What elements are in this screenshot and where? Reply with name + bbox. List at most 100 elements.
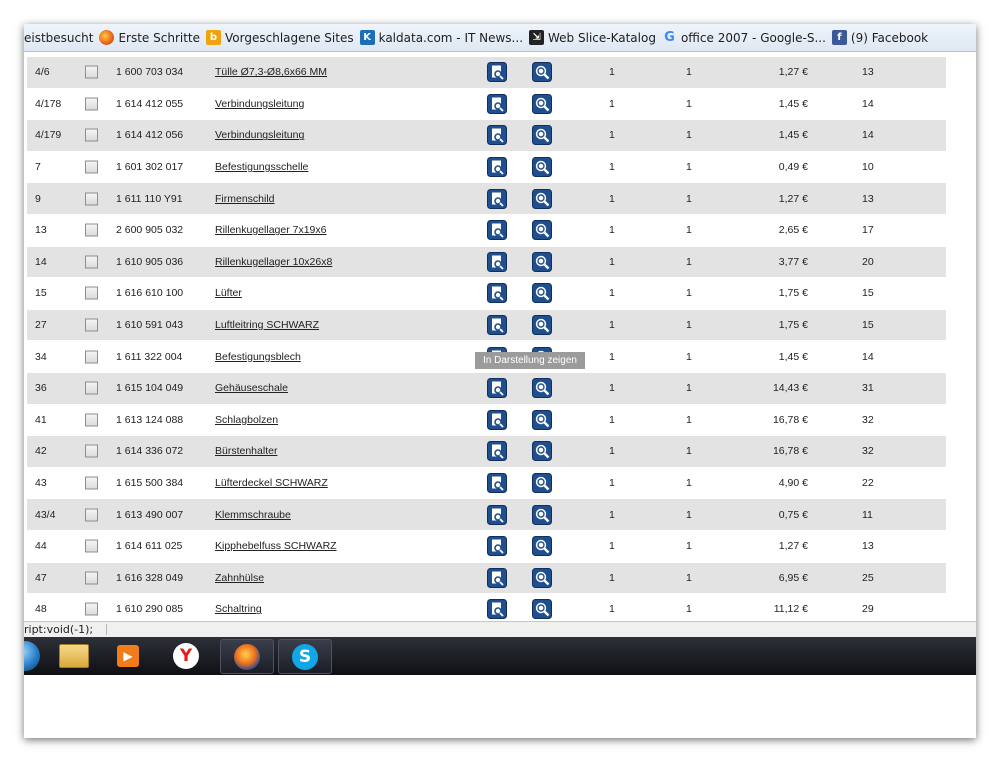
favorite-kaldata[interactable]: K kaldata.com - IT News... (359, 30, 523, 45)
part-name-link[interactable]: Verbindungsleitung (215, 129, 304, 141)
show-in-drawing-icon[interactable] (532, 251, 552, 272)
part-number-cell: 1 616 610 100 (116, 287, 184, 300)
part-name-link[interactable]: Rillenkugellager 7x19x6 (215, 224, 327, 236)
favorite-vorgeschlagene-sites[interactable]: b Vorgeschlagene Sites (206, 30, 354, 45)
view-drawing-icon[interactable] (487, 251, 507, 272)
view-drawing-icon[interactable] (487, 93, 507, 114)
view-drawing-icon[interactable] (487, 378, 507, 399)
row-checkbox[interactable] (85, 128, 98, 142)
taskbar-explorer[interactable] (52, 639, 96, 672)
part-name-link[interactable]: Bürstenhalter (215, 445, 277, 457)
start-button[interactable] (24, 639, 40, 672)
show-in-drawing-icon[interactable] (532, 220, 552, 241)
show-in-drawing-icon[interactable] (532, 409, 552, 430)
quantity-cell: 1 (686, 287, 692, 300)
show-in-drawing-icon[interactable] (532, 125, 552, 146)
view-drawing-icon[interactable] (487, 409, 507, 430)
position-cell: 48 (35, 603, 47, 616)
part-name-link[interactable]: Befestigungsblech (215, 351, 301, 363)
show-in-drawing-icon[interactable] (532, 188, 552, 209)
row-checkbox[interactable] (85, 381, 98, 395)
tooltip: In Darstellung zeigen (475, 352, 585, 369)
row-checkbox[interactable] (85, 160, 98, 174)
row-checkbox[interactable] (85, 318, 98, 332)
show-in-drawing-icon[interactable] (532, 473, 552, 494)
part-name-link[interactable]: Lüfter (215, 287, 242, 299)
view-drawing-icon[interactable] (487, 220, 507, 241)
show-in-drawing-icon[interactable] (532, 157, 552, 178)
google-icon: G (664, 30, 675, 45)
row-checkbox[interactable] (85, 413, 98, 427)
taskbar-firefox[interactable] (220, 639, 274, 674)
favorite-web-slice[interactable]: ⇲ Web Slice-Katalog (529, 30, 656, 45)
favorites-bar: eistbesucht Erste Schritte b Vorgeschlag… (24, 24, 976, 52)
part-name-link[interactable]: Rillenkugellager 10x26x8 (215, 256, 332, 268)
row-checkbox[interactable] (85, 286, 98, 300)
show-in-drawing-icon[interactable] (532, 441, 552, 462)
view-drawing-icon[interactable] (487, 441, 507, 462)
show-in-drawing-icon[interactable] (532, 504, 552, 525)
part-name-link[interactable]: Zahnhülse (215, 572, 264, 584)
quantity-cell: 1 (686, 413, 692, 426)
row-checkbox[interactable] (85, 539, 98, 553)
row-checkbox[interactable] (85, 571, 98, 585)
view-drawing-icon[interactable] (487, 62, 507, 83)
show-in-drawing-icon[interactable] (532, 283, 552, 304)
favorite-facebook[interactable]: f (9) Facebook (831, 30, 928, 45)
points-cell: 15 (862, 287, 874, 300)
row-checkbox[interactable] (85, 508, 98, 522)
part-name-link[interactable]: Schaltring (215, 603, 262, 615)
part-name-link[interactable]: Verbindungsleitung (215, 98, 304, 110)
part-number-cell: 1 614 336 072 (116, 445, 184, 458)
favorite-erste-schritte[interactable]: Erste Schritte (99, 30, 200, 45)
part-name-link[interactable]: Kipphebelfuss SCHWARZ (215, 540, 337, 552)
price-cell: 4,90 € (778, 477, 808, 490)
show-in-drawing-icon[interactable] (532, 567, 552, 588)
row-checkbox[interactable] (85, 350, 98, 364)
part-name-link[interactable]: Lüfterdeckel SCHWARZ (215, 477, 328, 489)
row-checkbox[interactable] (85, 97, 98, 111)
row-checkbox[interactable] (85, 476, 98, 490)
view-drawing-icon[interactable] (487, 157, 507, 178)
row-checkbox[interactable] (85, 255, 98, 269)
view-drawing-icon[interactable] (487, 283, 507, 304)
points-cell: 14 (862, 350, 874, 363)
favorite-meistbesucht[interactable]: eistbesucht (24, 31, 93, 45)
status-divider (106, 624, 107, 635)
row-checkbox[interactable] (85, 223, 98, 237)
view-drawing-icon[interactable] (487, 536, 507, 557)
view-drawing-icon[interactable] (487, 599, 507, 620)
row-checkbox[interactable] (85, 444, 98, 458)
taskbar-media[interactable]: ▶ (106, 639, 150, 672)
part-name-link[interactable]: Gehäuseschale (215, 382, 288, 394)
row-checkbox[interactable] (85, 602, 98, 616)
part-name-link[interactable]: Tülle Ø7,3-Ø8,6x66 MM (215, 66, 327, 78)
show-in-drawing-icon[interactable] (532, 536, 552, 557)
price-cell: 14,43 € (772, 382, 808, 395)
show-in-drawing-icon[interactable] (532, 93, 552, 114)
row-checkbox[interactable] (85, 65, 98, 79)
show-in-drawing-icon[interactable] (532, 599, 552, 620)
show-in-drawing-icon[interactable] (532, 378, 552, 399)
part-name-link[interactable]: Firmenschild (215, 193, 275, 205)
view-drawing-icon[interactable] (487, 125, 507, 146)
points-cell: 13 (862, 66, 874, 79)
taskbar-skype[interactable]: S (278, 639, 332, 674)
part-number-cell: 2 600 905 032 (116, 224, 184, 237)
part-name-link[interactable]: Klemmschraube (215, 509, 291, 521)
show-in-drawing-icon[interactable] (532, 62, 552, 83)
show-in-drawing-icon[interactable] (532, 315, 552, 336)
price-cell: 6,95 € (778, 571, 808, 584)
favorite-google[interactable]: G office 2007 - Google-S... (662, 30, 826, 45)
taskbar-yandex[interactable]: Y (164, 639, 208, 672)
part-name-link[interactable]: Schlagbolzen (215, 414, 278, 426)
row-checkbox[interactable] (85, 192, 98, 206)
part-number-cell: 1 610 905 036 (116, 255, 184, 268)
view-drawing-icon[interactable] (487, 188, 507, 209)
view-drawing-icon[interactable] (487, 504, 507, 525)
part-name-link[interactable]: Luftleitring SCHWARZ (215, 319, 319, 331)
view-drawing-icon[interactable] (487, 315, 507, 336)
view-drawing-icon[interactable] (487, 473, 507, 494)
part-name-link[interactable]: Befestigungsschelle (215, 161, 308, 173)
view-drawing-icon[interactable] (487, 567, 507, 588)
